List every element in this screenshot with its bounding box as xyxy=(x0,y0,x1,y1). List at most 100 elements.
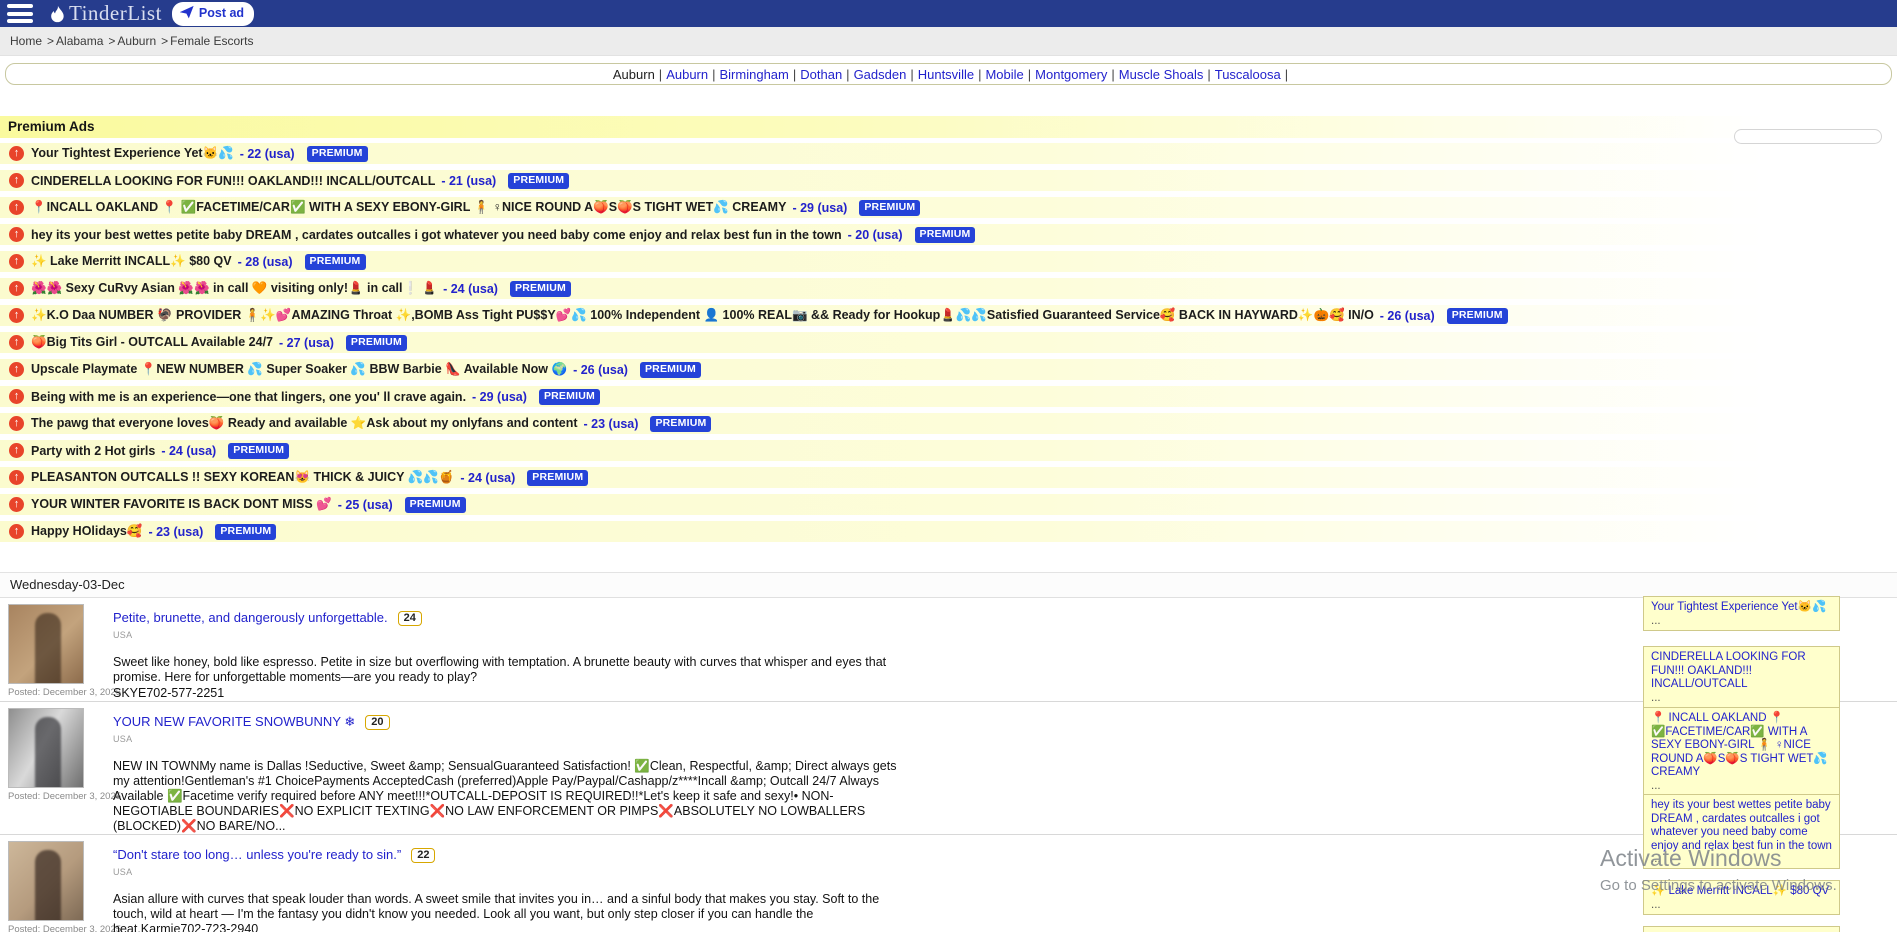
city-link-auburn[interactable]: Auburn xyxy=(666,67,708,82)
listing-phone: SKYE702-577-2251 xyxy=(113,686,905,701)
premium-ad-meta: - 27 (usa) xyxy=(279,336,334,350)
premium-badge: PREMIUM xyxy=(346,335,407,351)
listing-description: NEW IN TOWNMy name is Dallas !Seductive,… xyxy=(113,759,905,834)
premium-ad-title[interactable]: 🍑Big Tits Girl - OUTCALL Available 24/7 xyxy=(31,335,273,350)
premium-ad-title[interactable]: CINDERELLA LOOKING FOR FUN!!! OAKLAND!!!… xyxy=(31,174,435,188)
city-link-huntsville[interactable]: Huntsville xyxy=(918,67,974,82)
city-link-montgomery[interactable]: Montgomery xyxy=(1035,67,1107,82)
premium-ad-title[interactable]: Happy HOlidays🥰 xyxy=(31,524,142,539)
city-separator: | xyxy=(910,67,913,82)
premium-ad-row[interactable]: ↑ ✨K.O Daa NUMBER 🦃 PROVIDER 🧍✨💕AMAZING … xyxy=(0,305,1897,326)
listing-title-link[interactable]: “Don't stare too long… unless you're rea… xyxy=(113,847,401,862)
city-link-tuscaloosa[interactable]: Tuscaloosa xyxy=(1215,67,1281,82)
sidebar-ad-more: ... xyxy=(1651,854,1832,865)
sidebar-ad-box[interactable]: ✨ Lake Merritt INCALL✨ $80 QV ... xyxy=(1643,880,1840,915)
breadcrumb-separator: > xyxy=(161,34,168,48)
listing-row: Posted: December 3, 2025 “Don't stare to… xyxy=(0,835,1897,932)
breadcrumb-separator: > xyxy=(47,34,54,48)
sidebar-ad-text[interactable]: hey its your best wettes petite baby DRE… xyxy=(1651,799,1832,853)
premium-ad-row[interactable]: ↑ Your Tightest Experience Yet🐱💦 - 22 (u… xyxy=(0,143,1897,164)
age-badge: 24 xyxy=(398,611,422,626)
premium-ad-row[interactable]: ↑ Party with 2 Hot girls - 24 (usa) PREM… xyxy=(0,440,1897,461)
sidebar-ad-box[interactable]: Your Tightest Experience Yet🐱💦 ... xyxy=(1643,596,1840,631)
premium-ad-row[interactable]: ↑ CINDERELLA LOOKING FOR FUN!!! OAKLAND!… xyxy=(0,170,1897,191)
premium-ad-row[interactable]: ↑ ✨ Lake Merritt INCALL✨ $80 QV - 28 (us… xyxy=(0,251,1897,272)
premium-ad-title[interactable]: 🌺🌺 Sexy CuRvy Asian 🌺🌺 in call 🧡 visitin… xyxy=(31,281,437,296)
up-arrow-icon: ↑ xyxy=(9,173,24,188)
premium-ads-list: ↑ Your Tightest Experience Yet🐱💦 - 22 (u… xyxy=(0,143,1897,542)
premium-ad-row[interactable]: ↑ 📍INCALL OAKLAND 📍 ✅FACETIME/CAR✅ WITH … xyxy=(0,197,1897,218)
sidebar-ad-box[interactable]: hey its your best wettes petite baby DRE… xyxy=(1643,794,1840,869)
premium-ad-row[interactable]: ↑ YOUR WINTER FAVORITE IS BACK DONT MISS… xyxy=(0,494,1897,515)
posted-date: Posted: December 3, 2025 xyxy=(8,687,100,698)
city-link-gadsden[interactable]: Gadsden xyxy=(854,67,907,82)
up-arrow-icon: ↑ xyxy=(9,146,24,161)
premium-ad-meta: - 24 (usa) xyxy=(443,282,498,296)
premium-ad-meta: - 25 (usa) xyxy=(338,498,393,512)
premium-ad-title[interactable]: PLEASANTON OUTCALLS !! SEXY KOREAN😻 THIC… xyxy=(31,470,454,485)
up-arrow-icon: ↑ xyxy=(9,524,24,539)
sidebar-ad-text[interactable]: CINDERELLA LOOKING FOR FUN!!! OAKLAND!!!… xyxy=(1651,651,1832,692)
premium-badge: PREMIUM xyxy=(215,524,276,540)
up-arrow-icon: ↑ xyxy=(9,443,24,458)
premium-ad-title[interactable]: ✨ Lake Merritt INCALL✨ $80 QV xyxy=(31,254,232,269)
premium-ad-title[interactable]: hey its your best wettes petite baby DRE… xyxy=(31,228,842,242)
premium-ad-row[interactable]: ↑ Happy HOlidays🥰 - 23 (usa) PREMIUM xyxy=(0,521,1897,542)
sidebar-ad-more: ... xyxy=(1651,693,1832,704)
premium-ad-title[interactable]: ✨K.O Daa NUMBER 🦃 PROVIDER 🧍✨💕AMAZING Th… xyxy=(31,308,1374,323)
sidebar-ad-text[interactable]: 📍 INCALL OAKLAND 📍 ✅FACETIME/CAR✅ WITH A… xyxy=(1651,712,1832,780)
premium-ad-row[interactable]: ↑ The pawg that everyone loves🍑 Ready an… xyxy=(0,413,1897,434)
listing-thumbnail[interactable] xyxy=(8,708,84,788)
listing-row: Posted: December 3, 2025 Petite, brunett… xyxy=(0,598,1897,702)
premium-ad-row[interactable]: ↑ PLEASANTON OUTCALLS !! SEXY KOREAN😻 TH… xyxy=(0,467,1897,488)
up-arrow-icon: ↑ xyxy=(9,281,24,296)
premium-badge: PREMIUM xyxy=(405,497,466,513)
city-separator: | xyxy=(846,67,849,82)
listing-thumbnail[interactable] xyxy=(8,841,84,921)
sidebar-ad-text[interactable]: Your Tightest Experience Yet🐱💦 xyxy=(1651,601,1832,615)
sidebar-ad-box[interactable]: 📍 INCALL OAKLAND 📍 ✅FACETIME/CAR✅ WITH A… xyxy=(1643,707,1840,796)
premium-ad-meta: - 29 (usa) xyxy=(792,201,847,215)
post-ad-label: Post ad xyxy=(199,7,244,20)
city-link-mobile[interactable]: Mobile xyxy=(985,67,1023,82)
listing-title-link[interactable]: Petite, brunette, and dangerously unforg… xyxy=(113,610,388,625)
city-link-birmingham[interactable]: Birmingham xyxy=(720,67,789,82)
post-ad-button[interactable]: Post ad xyxy=(172,2,254,26)
hamburger-menu-icon[interactable] xyxy=(7,4,33,23)
posted-date: Posted: December 3, 2025 xyxy=(8,791,100,802)
sidebar-ad-more: ... xyxy=(1651,616,1832,627)
brand-logo[interactable]: TinderList xyxy=(47,3,162,24)
premium-ad-title[interactable]: YOUR WINTER FAVORITE IS BACK DONT MISS 💕 xyxy=(31,497,332,512)
premium-ad-meta: - 29 (usa) xyxy=(472,390,527,404)
breadcrumb-home[interactable]: Home xyxy=(10,34,42,48)
premium-badge: PREMIUM xyxy=(527,470,588,486)
premium-ad-title[interactable]: The pawg that everyone loves🍑 Ready and … xyxy=(31,416,578,431)
premium-ad-title[interactable]: Upscale Playmate 📍NEW NUMBER 💦 Super Soa… xyxy=(31,362,567,377)
breadcrumb-city[interactable]: Auburn xyxy=(117,34,156,48)
premium-badge: PREMIUM xyxy=(539,389,600,405)
breadcrumb: Home > Alabama > Auburn > Female Escorts xyxy=(0,27,1897,56)
breadcrumb-state[interactable]: Alabama xyxy=(56,34,103,48)
listing-title-link[interactable]: YOUR NEW FAVORITE SNOWBUNNY ❄ xyxy=(113,714,355,729)
sidebar-ad-text[interactable]: ✨ Lake Merritt INCALL✨ $80 QV xyxy=(1651,885,1832,899)
premium-ad-row[interactable]: ↑ Being with me is an experience—one tha… xyxy=(0,386,1897,407)
city-link-muscle-shoals[interactable]: Muscle Shoals xyxy=(1119,67,1204,82)
premium-ad-meta: - 21 (usa) xyxy=(441,174,496,188)
premium-ad-title[interactable]: Being with me is an experience—one that … xyxy=(31,390,466,404)
premium-ad-title[interactable]: 📍INCALL OAKLAND 📍 ✅FACETIME/CAR✅ WITH A … xyxy=(31,200,786,215)
sidebar-ad-box[interactable]: CINDERELLA LOOKING FOR FUN!!! OAKLAND!!!… xyxy=(1643,646,1840,708)
premium-ad-row[interactable]: ↑ 🌺🌺 Sexy CuRvy Asian 🌺🌺 in call 🧡 visit… xyxy=(0,278,1897,299)
listing-thumbnail[interactable] xyxy=(8,604,84,684)
premium-ad-row[interactable]: ↑ hey its your best wettes petite baby D… xyxy=(0,224,1897,245)
breadcrumb-separator: > xyxy=(108,34,115,48)
listing-location: USA xyxy=(113,734,905,744)
sidebar-ad-box[interactable] xyxy=(1643,926,1840,932)
premium-ad-meta: - 26 (usa) xyxy=(573,363,628,377)
premium-ad-row[interactable]: ↑ Upscale Playmate 📍NEW NUMBER 💦 Super S… xyxy=(0,359,1897,380)
premium-ad-row[interactable]: ↑ 🍑Big Tits Girl - OUTCALL Available 24/… xyxy=(0,332,1897,353)
city-link-dothan[interactable]: Dothan xyxy=(800,67,842,82)
premium-ad-title[interactable]: Your Tightest Experience Yet🐱💦 xyxy=(31,146,234,161)
premium-badge: PREMIUM xyxy=(915,227,976,243)
premium-ad-meta: - 24 (usa) xyxy=(161,444,216,458)
premium-ad-title[interactable]: Party with 2 Hot girls xyxy=(31,444,155,458)
